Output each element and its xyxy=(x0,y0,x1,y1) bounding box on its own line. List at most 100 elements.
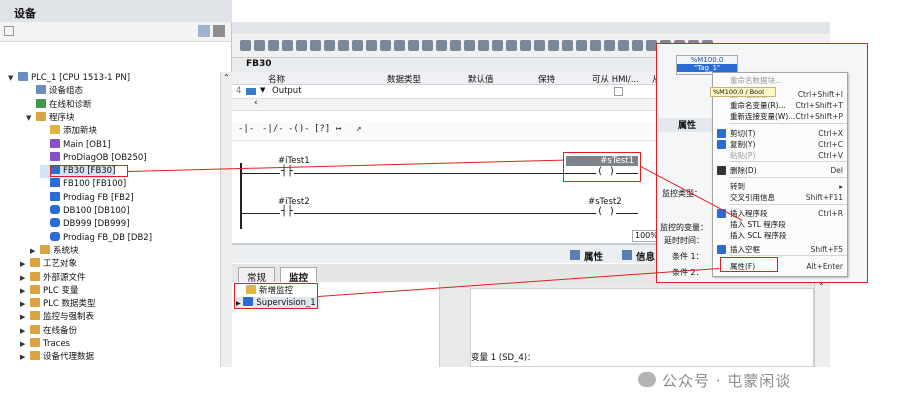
toolbar-button-icon[interactable] xyxy=(352,40,363,51)
toolbar-button-icon[interactable] xyxy=(408,40,419,51)
tree-item[interactable]: ▶ Traces xyxy=(20,338,70,351)
context-menu-item[interactable]: 转到 ▸ xyxy=(713,181,849,192)
chevron-right-icon[interactable]: ▶ xyxy=(20,272,30,285)
context-menu-item[interactable]: 插入空框 Shift+F5 xyxy=(713,244,849,255)
coil-2[interactable]: ( ) xyxy=(596,206,617,217)
properties-tab[interactable]: 属性 xyxy=(584,249,603,263)
tree-item[interactable]: ▶ 在线备份 xyxy=(20,324,77,338)
hmi-checkbox[interactable] xyxy=(614,87,623,96)
tree-item[interactable]: ▼ 程序块 xyxy=(26,111,75,125)
interface-row-output[interactable]: 4 ▼ Output xyxy=(232,85,662,98)
open-branch-icon[interactable]: ↦ xyxy=(336,124,341,134)
toolbar-button-icon[interactable] xyxy=(534,40,545,51)
toolbar-button-icon[interactable] xyxy=(478,40,489,51)
toolbar-button-icon[interactable] xyxy=(450,40,461,51)
contact-2[interactable]: ┤├ xyxy=(280,206,295,217)
context-menu-item[interactable]: 交叉引用信息 Shift+F11 xyxy=(713,192,849,203)
toolbar-button-icon[interactable] xyxy=(590,40,601,51)
tab-general[interactable]: 常规 xyxy=(238,267,276,284)
toolbar-button-icon[interactable] xyxy=(604,40,615,51)
chevron-right-icon[interactable]: ▶ xyxy=(20,298,30,311)
chevron-right-icon[interactable]: ▶ xyxy=(20,285,30,298)
interface-hscrollbar[interactable]: ‹ xyxy=(232,98,662,111)
toolbar-button-icon[interactable] xyxy=(520,40,531,51)
info-tab[interactable]: 信息 xyxy=(636,249,655,263)
toolbar-button-icon[interactable] xyxy=(422,40,433,51)
toolbar-button-icon[interactable] xyxy=(492,40,503,51)
toolbar-button-icon[interactable] xyxy=(632,40,643,51)
no-contact-icon[interactable]: -|- xyxy=(238,124,254,134)
tree-item[interactable]: Prodiag FB [FB2] xyxy=(40,191,134,205)
chevron-up-icon[interactable]: ⌃ xyxy=(223,73,230,82)
tree-item[interactable]: ProDiagOB [OB250] xyxy=(40,151,147,165)
toolbar-button-icon[interactable] xyxy=(338,40,349,51)
toolbar-button-icon[interactable] xyxy=(240,40,251,51)
tree-item[interactable]: ▶ 系统块 xyxy=(30,244,79,258)
tree-options-icon[interactable] xyxy=(213,25,225,37)
coil-icon[interactable]: -()- xyxy=(288,124,310,134)
detail-scrollbar[interactable]: ⌃ xyxy=(814,282,830,367)
toolbar-button-icon[interactable] xyxy=(296,40,307,51)
close-branch-icon[interactable]: ↗ xyxy=(356,124,361,134)
folder-icon xyxy=(30,298,40,308)
toolbar-button-icon[interactable] xyxy=(254,40,265,51)
toolbar-button-icon[interactable] xyxy=(310,40,321,51)
toolbar-button-icon[interactable] xyxy=(394,40,405,51)
chevron-right-icon[interactable]: ▶ xyxy=(20,311,30,324)
chevron-up-icon[interactable]: ⌃ xyxy=(818,282,825,291)
context-menu-item[interactable]: 剪切(T) Ctrl+X xyxy=(713,128,849,139)
chevron-right-icon[interactable]: ▶ xyxy=(20,258,30,271)
chevron-down-icon[interactable]: ▼ xyxy=(8,72,18,85)
tree-item[interactable]: ▶ PLC 变量 xyxy=(20,284,79,298)
chevron-right-icon[interactable]: ▶ xyxy=(20,351,30,364)
grid-view-icon[interactable] xyxy=(198,25,210,37)
tree-item[interactable]: 设备组态 xyxy=(26,85,83,98)
chevron-down-icon[interactable]: ▼ xyxy=(26,112,36,125)
context-menu-item[interactable]: 插入 SCL 程序段 xyxy=(713,230,849,241)
context-menu-item[interactable]: 复制(Y) Ctrl+C xyxy=(713,139,849,150)
toolbar-button-icon[interactable] xyxy=(380,40,391,51)
tree-item[interactable]: 在线和诊断 xyxy=(26,98,92,112)
tree-item[interactable]: DB999 [DB999] xyxy=(40,218,130,231)
chevron-right-icon[interactable]: ▶ xyxy=(20,338,30,351)
context-menu-item[interactable]: 重命名变量(R)... Ctrl+Shift+T xyxy=(713,100,849,111)
tree-item[interactable]: Main [OB1] xyxy=(40,138,111,152)
tree-item[interactable]: 添加新块 xyxy=(40,125,97,138)
folder-icon xyxy=(30,271,40,281)
toolbar-button-icon[interactable] xyxy=(366,40,377,51)
expand-icon[interactable]: ▼ xyxy=(260,86,265,94)
toolbar-button-icon[interactable] xyxy=(268,40,279,51)
toolbar-button-icon[interactable] xyxy=(436,40,447,51)
scroll-left-icon[interactable]: ‹ xyxy=(254,98,258,108)
tree-item[interactable]: ▶ PLC 数据类型 xyxy=(20,298,96,311)
context-menu-item[interactable]: 重新连接变量(W)... Ctrl+Shift+P xyxy=(713,111,849,122)
context-menu-item[interactable]: 插入程序段 Ctrl+R xyxy=(713,208,849,219)
tree-item[interactable]: ▶ 监控与强制表 xyxy=(20,311,94,324)
toolbar-button-icon[interactable] xyxy=(506,40,517,51)
tree-scrollbar[interactable]: ⌃ xyxy=(220,72,232,367)
tree-item[interactable]: Prodiag FB_DB [DB2] xyxy=(40,231,152,245)
chevron-right-icon[interactable]: ▶ xyxy=(20,325,30,338)
toolbar-button-icon[interactable] xyxy=(464,40,475,51)
toolbar-button-icon[interactable] xyxy=(548,40,559,51)
context-menu-item[interactable]: 插入 STL 程序段 xyxy=(713,219,849,230)
context-menu-item[interactable]: 删除(D) Del xyxy=(713,165,849,176)
nc-contact-icon[interactable]: -|/- xyxy=(262,124,284,134)
popup-properties-tab[interactable]: 属性 xyxy=(658,118,718,132)
collapse-icon[interactable] xyxy=(4,26,14,36)
toolbar-button-icon[interactable] xyxy=(618,40,629,51)
tree-item[interactable]: FB100 [FB100] xyxy=(40,178,126,191)
toolbar-button-icon[interactable] xyxy=(562,40,573,51)
toolbar-button-icon[interactable] xyxy=(282,40,293,51)
tree-item[interactable]: ▶ 外部源文件 xyxy=(20,271,86,285)
toolbar-button-icon[interactable] xyxy=(576,40,587,51)
tab-supervision[interactable]: 监控 xyxy=(280,267,318,284)
tree-item[interactable]: ▶ 工艺对象 xyxy=(20,258,77,271)
tree-item[interactable]: ▼ PLC_1 [CPU 1513-1 PN] xyxy=(8,72,130,85)
contact-operand-1[interactable]: #iTest1 xyxy=(278,156,310,166)
tree-item[interactable]: ▶ 设备代理数据 xyxy=(20,351,94,364)
toolbar-button-icon[interactable] xyxy=(324,40,335,51)
tree-item[interactable]: DB100 [DB100] xyxy=(40,205,130,218)
chevron-right-icon[interactable]: ▶ xyxy=(30,245,40,258)
box-icon[interactable]: [?] xyxy=(314,124,330,134)
